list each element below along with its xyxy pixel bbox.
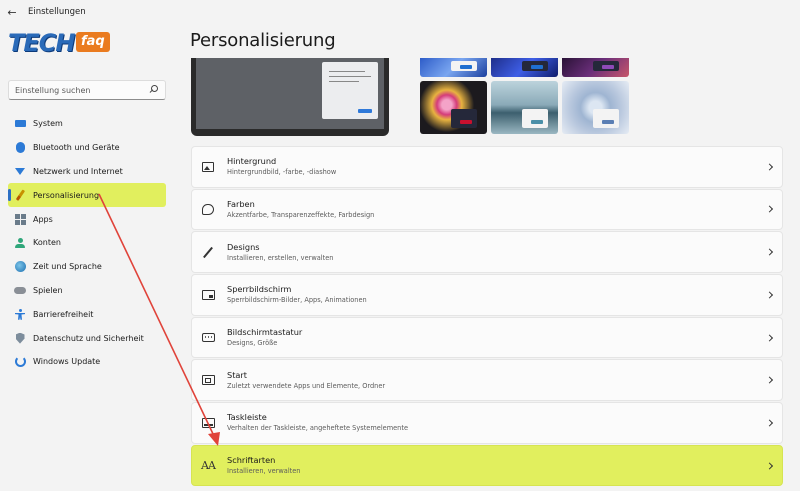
sidebar-item-system[interactable]: System: [8, 112, 166, 136]
sidebar-item-network[interactable]: Netzwerk und Internet: [8, 160, 166, 184]
logo-badge-faq: faq: [76, 32, 110, 52]
card-title: Taskleiste: [227, 412, 267, 423]
settings-search[interactable]: [8, 80, 166, 100]
card-title: Sperrbildschirm: [227, 284, 292, 295]
taskbar-icon: [201, 416, 215, 430]
apps-icon: [14, 213, 26, 225]
theme-thumbnail[interactable]: [562, 81, 629, 134]
search-input[interactable]: [15, 85, 149, 95]
card-subtitle: Verhalten der Taskleiste, angeheftete Sy…: [227, 424, 409, 433]
sidebar-item-label: Windows Update: [33, 357, 101, 367]
chevron-right-icon: [765, 205, 774, 213]
setting-card-lock-screen[interactable]: Sperrbildschirm Sperrbildschirm-Bilder, …: [191, 274, 783, 316]
title-bar: ← Einstellungen: [0, 0, 800, 24]
sidebar-item-windows-update[interactable]: Windows Update: [8, 350, 166, 374]
page-title: Personalisierung: [190, 30, 336, 51]
window-title: Einstellungen: [28, 7, 86, 17]
shield-icon: [14, 332, 26, 344]
account-icon: [14, 237, 26, 249]
techfaq-logo: TECH faq: [8, 29, 114, 61]
card-title: Schriftarten: [227, 455, 276, 466]
theme-thumbnail[interactable]: [420, 58, 487, 77]
sidebar-item-label: Datenschutz und Sicherheit: [33, 333, 144, 343]
setting-card-background[interactable]: Hintergrund Hintergrundbild, -farbe, -di…: [191, 146, 783, 188]
theme-thumbnail[interactable]: [420, 81, 487, 134]
setting-card-touch-keyboard[interactable]: Bildschirmtastatur Designs, Größe: [191, 316, 783, 359]
image-icon: [201, 160, 215, 174]
brush-icon: [201, 245, 215, 259]
sidebar-item-label: System: [33, 119, 63, 129]
sidebar-item-label: Netzwerk und Internet: [33, 166, 123, 176]
theme-thumbnail[interactable]: [562, 58, 629, 77]
sidebar-item-privacy[interactable]: Datenschutz und Sicherheit: [8, 326, 166, 350]
card-subtitle: Designs, Größe: [227, 339, 278, 347]
card-subtitle: Zuletzt verwendete Apps und Elemente, Or…: [227, 381, 386, 390]
search-icon[interactable]: [149, 85, 159, 95]
card-subtitle: Installieren, erstellen, verwalten: [227, 253, 334, 262]
chevron-right-icon: [765, 248, 774, 256]
setting-card-colors[interactable]: Farben Akzentfarbe, Transparenzeffekte, …: [191, 188, 783, 231]
system-icon: [14, 118, 26, 130]
theme-thumbnail[interactable]: [491, 81, 558, 134]
start-icon: [201, 373, 215, 387]
sidebar-item-bluetooth[interactable]: Bluetooth und Geräte: [8, 136, 166, 160]
card-title: Bildschirmtastatur: [227, 327, 303, 337]
sidebar-item-label: Personalisierung: [33, 190, 100, 200]
card-title: Hintergrund: [227, 156, 277, 167]
preview-window: [322, 62, 378, 119]
sidebar-item-accounts[interactable]: Konten: [8, 231, 166, 255]
sidebar-nav: System Bluetooth und Geräte Netzwerk und…: [8, 112, 166, 374]
card-title: Start: [227, 369, 248, 380]
lock-screen-icon: [201, 288, 215, 302]
card-title: Designs: [227, 241, 260, 252]
card-title: Farben: [227, 198, 255, 209]
sidebar-item-label: Apps: [33, 214, 53, 224]
palette-icon: [201, 202, 215, 216]
accessibility-icon: [14, 308, 26, 320]
sidebar-item-apps[interactable]: Apps: [8, 207, 166, 231]
sidebar-item-personalization[interactable]: Personalisierung: [8, 183, 166, 208]
back-arrow-icon: ←: [7, 5, 17, 19]
card-subtitle: Sperrbildschirm-Bilder, Apps, Animatione…: [227, 296, 367, 305]
chevron-right-icon: [765, 163, 774, 171]
bluetooth-icon: [14, 142, 26, 154]
sidebar-item-gaming[interactable]: Spielen: [8, 279, 166, 303]
brush-icon: [14, 189, 26, 201]
chevron-right-icon: [765, 462, 774, 470]
chevron-right-icon: [765, 419, 774, 427]
logo-text-tech: TECH: [8, 29, 75, 57]
chevron-right-icon: [765, 291, 774, 299]
card-subtitle: Installieren, verwalten: [227, 467, 301, 476]
sidebar-item-time-language[interactable]: Zeit und Sprache: [8, 255, 166, 279]
setting-card-themes[interactable]: Designs Installieren, erstellen, verwalt…: [191, 231, 783, 273]
card-subtitle: Akzentfarbe, Transparenzeffekte, Farbdes…: [227, 210, 375, 219]
sidebar-item-label: Barrierefreiheit: [33, 309, 94, 319]
setting-card-taskbar[interactable]: Taskleiste Verhalten der Taskleiste, ang…: [191, 402, 783, 444]
chevron-right-icon: [765, 376, 774, 384]
font-icon: AA: [201, 459, 216, 473]
sidebar-item-accessibility[interactable]: Barrierefreiheit: [8, 302, 166, 326]
card-subtitle: Hintergrundbild, -farbe, -diashow: [227, 168, 337, 177]
gamepad-icon: [14, 284, 26, 296]
theme-gallery: [420, 58, 630, 136]
desktop-preview: [191, 58, 389, 136]
sidebar-item-label: Bluetooth und Geräte: [33, 143, 120, 153]
theme-thumbnail[interactable]: [491, 58, 558, 77]
setting-card-fonts[interactable]: AA Schriftarten Installieren, verwalten: [191, 444, 783, 487]
sidebar-item-label: Spielen: [33, 285, 63, 295]
setting-card-start[interactable]: Start Zuletzt verwendete Apps und Elemen…: [191, 359, 783, 401]
personalization-settings-list: Hintergrund Hintergrundbild, -farbe, -di…: [191, 146, 783, 488]
sidebar-item-label: Konten: [33, 238, 61, 248]
back-button[interactable]: ←: [0, 0, 24, 24]
keyboard-icon: [201, 331, 215, 345]
update-icon: [14, 356, 26, 368]
sidebar-item-label: Zeit und Sprache: [33, 262, 102, 272]
globe-icon: [14, 261, 26, 273]
network-icon: [14, 165, 26, 177]
chevron-right-icon: [765, 333, 774, 342]
